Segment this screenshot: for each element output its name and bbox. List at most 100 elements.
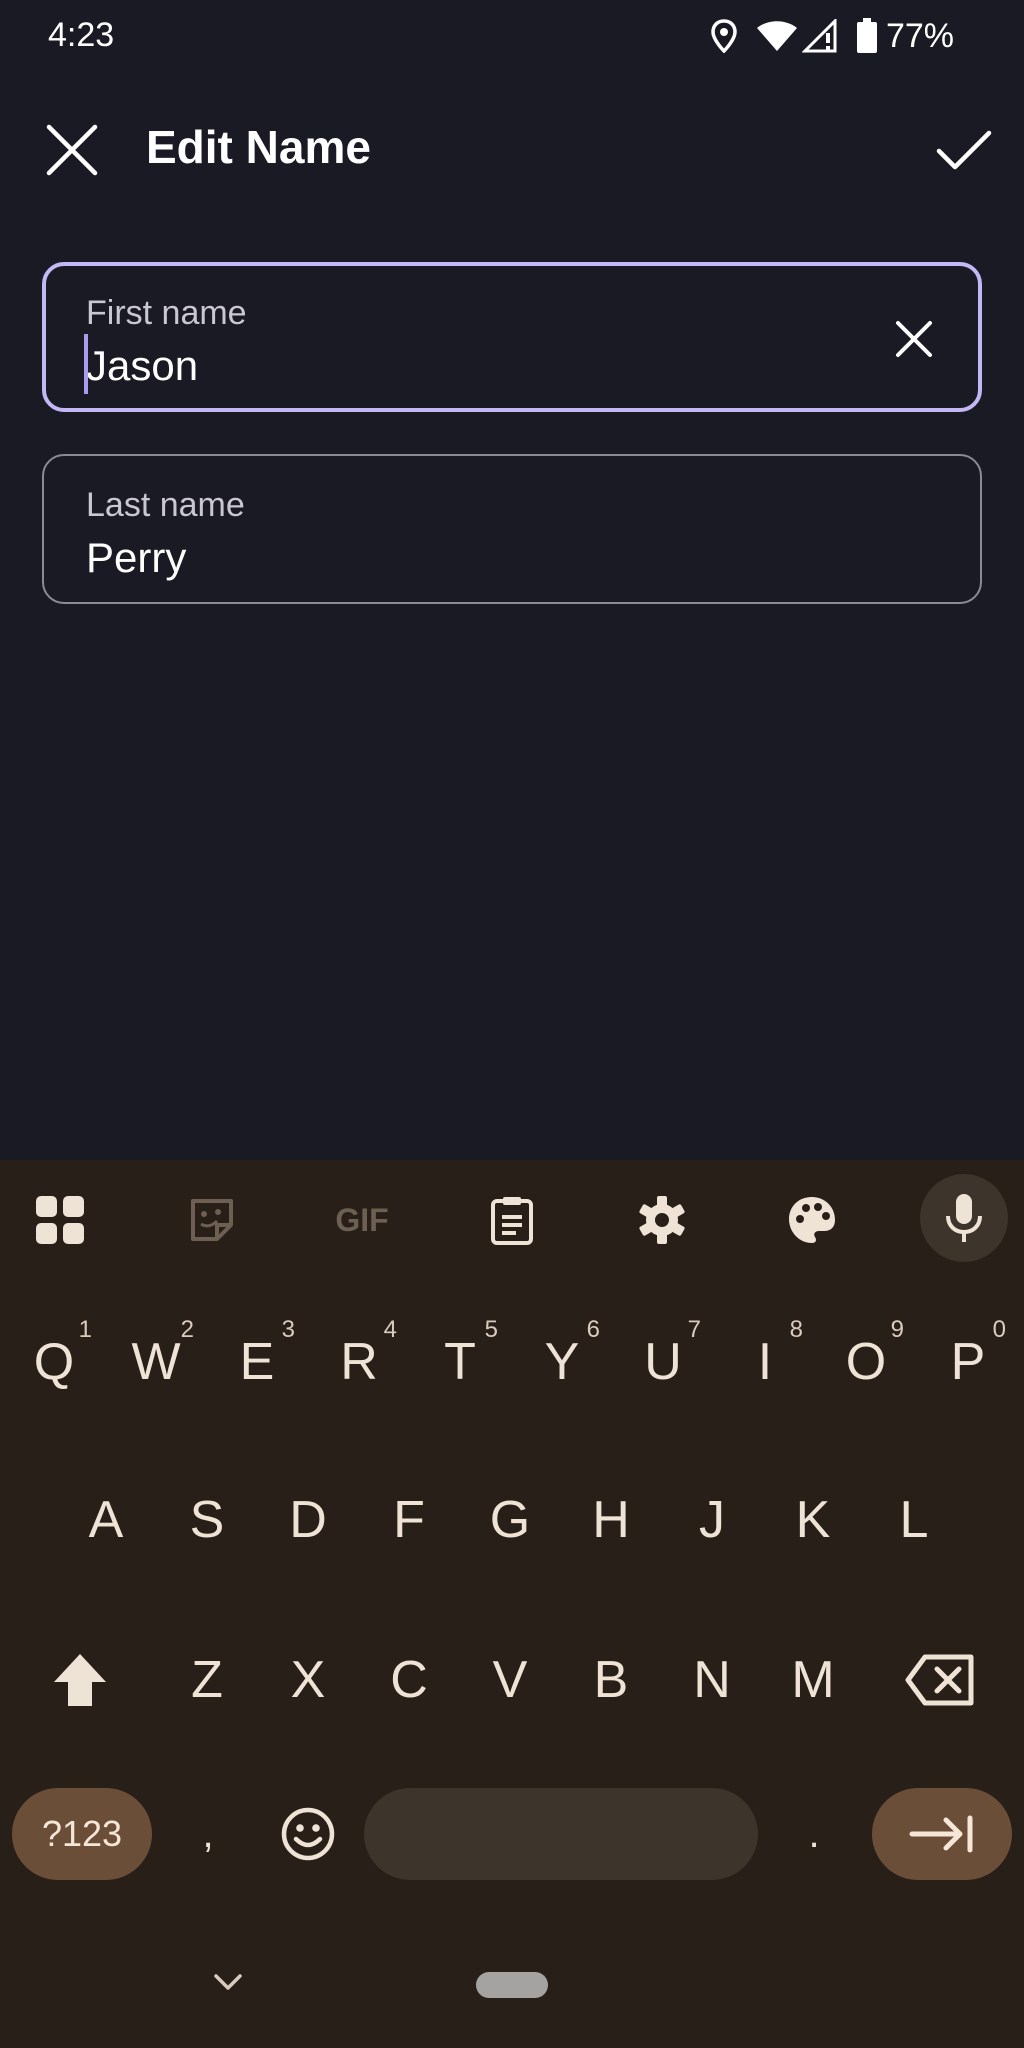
- comma-key[interactable]: ,: [158, 1784, 258, 1884]
- sticker-button[interactable]: [176, 1184, 248, 1256]
- key-label: S: [189, 1491, 225, 1549]
- clipboard-button[interactable]: [476, 1184, 548, 1256]
- key-n[interactable]: N: [662, 1620, 762, 1740]
- period-key[interactable]: .: [764, 1784, 864, 1884]
- clipboard-icon: [491, 1197, 533, 1245]
- mic-icon: [946, 1194, 982, 1242]
- key-s[interactable]: S: [157, 1460, 257, 1580]
- clear-text-button[interactable]: [886, 311, 942, 367]
- key-label: Z: [191, 1651, 223, 1709]
- key-label: ,: [202, 1811, 214, 1856]
- key-label: F: [393, 1491, 425, 1549]
- theme-button[interactable]: [776, 1184, 848, 1256]
- battery-level: 77%: [885, 16, 954, 55]
- key-c[interactable]: C: [359, 1620, 459, 1740]
- last-name-input[interactable]: Perry: [86, 534, 186, 582]
- key-hint: 5: [484, 1316, 498, 1343]
- shift-key[interactable]: [30, 1620, 130, 1740]
- key-r[interactable]: 4R: [309, 1302, 409, 1422]
- wifi-icon: [756, 20, 798, 52]
- key-label: Y: [544, 1333, 580, 1391]
- close-button[interactable]: [36, 114, 108, 186]
- key-label: M: [791, 1651, 835, 1709]
- key-u[interactable]: 7U: [613, 1302, 713, 1422]
- key-k[interactable]: K: [763, 1460, 863, 1580]
- signal-icon: [801, 19, 838, 53]
- key-hint: 9: [890, 1316, 904, 1343]
- keyboard-toolbar: GIF: [0, 1160, 1024, 1276]
- key-label: C: [390, 1651, 428, 1709]
- apps-grid-icon: [36, 1196, 84, 1244]
- key-z[interactable]: Z: [157, 1620, 257, 1740]
- key-e[interactable]: 3E: [207, 1302, 307, 1422]
- key-hint: 7: [687, 1316, 701, 1343]
- key-hint: 2: [180, 1316, 194, 1343]
- backspace-icon: [905, 1654, 974, 1706]
- key-label: D: [289, 1491, 327, 1549]
- key-x[interactable]: X: [258, 1620, 358, 1740]
- key-q[interactable]: 1Q: [4, 1302, 104, 1422]
- tab-next-icon: [909, 1815, 973, 1853]
- key-b[interactable]: B: [561, 1620, 661, 1740]
- key-j[interactable]: J: [662, 1460, 762, 1580]
- key-a[interactable]: A: [56, 1460, 156, 1580]
- backspace-key[interactable]: [890, 1620, 990, 1740]
- key-t[interactable]: 5T: [410, 1302, 510, 1422]
- hide-keyboard-button[interactable]: [206, 1960, 250, 2004]
- key-m[interactable]: M: [763, 1620, 863, 1740]
- key-label: J: [699, 1491, 725, 1549]
- gif-button[interactable]: GIF: [324, 1184, 400, 1256]
- key-hint: 1: [78, 1316, 92, 1343]
- first-name-value: Jason: [86, 342, 199, 389]
- key-label: E: [239, 1333, 275, 1391]
- emoji-icon: [281, 1807, 335, 1861]
- edit-name-screen: 4:23 77% Edit Name First name Jason Last…: [0, 0, 1024, 2048]
- key-label: Q: [33, 1333, 75, 1391]
- key-label: R: [340, 1333, 378, 1391]
- first-name-input[interactable]: Jason: [84, 334, 199, 394]
- key-w[interactable]: 2W: [106, 1302, 206, 1422]
- shift-icon: [54, 1654, 106, 1706]
- key-o[interactable]: 9O: [816, 1302, 916, 1422]
- key-label: V: [492, 1651, 528, 1709]
- confirm-button[interactable]: [924, 114, 1004, 186]
- apps-grid-button[interactable]: [24, 1184, 96, 1256]
- last-name-field[interactable]: Last name Perry: [42, 454, 982, 604]
- key-p[interactable]: 0P: [918, 1302, 1018, 1422]
- settings-button[interactable]: [626, 1184, 698, 1256]
- key-label: H: [592, 1491, 630, 1549]
- emoji-key[interactable]: [258, 1784, 358, 1884]
- text-cursor: [84, 334, 88, 394]
- key-label: A: [88, 1491, 124, 1549]
- status-icons: 77%: [692, 14, 954, 58]
- key-hint: 0: [992, 1316, 1006, 1343]
- key-label: P: [950, 1333, 986, 1391]
- key-y[interactable]: 6Y: [512, 1302, 612, 1422]
- key-h[interactable]: H: [561, 1460, 661, 1580]
- key-label: I: [757, 1333, 773, 1391]
- space-bar[interactable]: [364, 1788, 758, 1880]
- key-label: B: [593, 1651, 629, 1709]
- key-label: G: [489, 1491, 531, 1549]
- key-l[interactable]: L: [864, 1460, 964, 1580]
- first-name-field[interactable]: First name Jason: [42, 262, 982, 412]
- key-v[interactable]: V: [460, 1620, 560, 1740]
- last-name-label: Last name: [86, 486, 245, 524]
- app-bar: Edit Name: [0, 96, 1024, 196]
- key-hint: 4: [383, 1316, 397, 1343]
- close-icon: [46, 124, 98, 176]
- symbols-key[interactable]: ?123: [12, 1788, 152, 1880]
- check-icon: [936, 130, 992, 170]
- key-g[interactable]: G: [460, 1460, 560, 1580]
- gesture-nav-handle[interactable]: [476, 1972, 548, 1998]
- voice-input-button[interactable]: [920, 1174, 1008, 1262]
- location-icon: [710, 19, 738, 53]
- key-i[interactable]: 8I: [715, 1302, 815, 1422]
- key-f[interactable]: F: [359, 1460, 459, 1580]
- page-title: Edit Name: [146, 121, 371, 173]
- status-bar: 4:23 77%: [0, 0, 1024, 72]
- next-field-key[interactable]: [872, 1788, 1012, 1880]
- key-label: W: [131, 1333, 181, 1391]
- key-hint: 3: [281, 1316, 295, 1343]
- key-d[interactable]: D: [258, 1460, 358, 1580]
